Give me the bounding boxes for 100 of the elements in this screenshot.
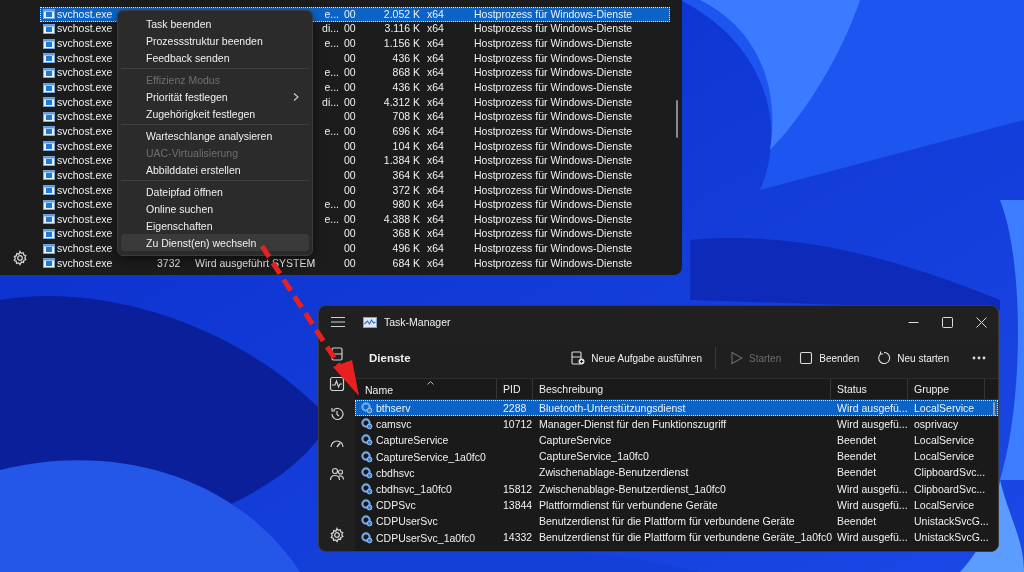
service-name: CaptureService (376, 434, 449, 447)
scrollbar-thumb[interactable] (993, 402, 995, 416)
process-description: Hostprozess für Windows-Dienste (474, 139, 634, 153)
process-name: svchost.exe (57, 110, 113, 124)
service-pid: 10712 (502, 417, 533, 431)
app-icon (43, 53, 55, 64)
process-user: e... (324, 81, 339, 94)
process-memory: 980 K (391, 198, 420, 212)
process-architecture: x64 (426, 154, 445, 168)
menu-item[interactable]: Prozessstruktur beenden (121, 32, 309, 49)
process-user: di... (322, 22, 339, 36)
menu-item[interactable]: Priorität festlegen (121, 88, 309, 105)
chart-icon (363, 316, 377, 328)
column-header[interactable]: PID (503, 383, 521, 395)
process-description: Hostprozess für Windows-Dienste (474, 212, 634, 226)
column-header[interactable]: Status (837, 383, 867, 395)
process-description: Hostprozess für Windows-Dienste (474, 37, 634, 51)
gears-icon (361, 531, 373, 544)
process-cpu: 00 (344, 183, 357, 197)
service-name: CDPSvc (376, 499, 416, 512)
process-cpu: 00 (344, 81, 357, 94)
restart-icon (877, 351, 892, 365)
service-group: ClipboardSvc... (908, 466, 985, 480)
app-icon (43, 97, 55, 108)
service-description: CaptureService (538, 433, 613, 447)
service-status: Wird ausgefü... (836, 401, 908, 415)
column-header[interactable]: Beschreibung (539, 383, 604, 395)
service-group: LocalService (908, 433, 985, 447)
settings-icon[interactable] (12, 250, 28, 266)
menu-item[interactable]: Feedback senden (121, 49, 309, 66)
toolbar-button[interactable]: Beenden (790, 345, 869, 371)
process-memory: 1.156 K (382, 37, 420, 51)
menu-item[interactable]: Zu Dienst(en) wechseln (121, 234, 309, 251)
menu-item[interactable]: Warteschlange analysieren (121, 127, 309, 144)
app-icon (43, 67, 55, 78)
service-status: Wird ausgefü... (836, 482, 908, 496)
page-title: Dienste (369, 352, 412, 364)
menu-icon[interactable] (331, 316, 345, 328)
settings-icon[interactable] (329, 527, 345, 543)
app-icon (43, 111, 55, 122)
app-icon (43, 126, 55, 137)
service-row[interactable]: CaptureService CaptureService Beendet LocalService (355, 432, 998, 449)
history-icon[interactable] (329, 406, 345, 422)
process-name: svchost.exe (57, 154, 113, 168)
new-task-icon (571, 351, 586, 365)
menu-item[interactable]: Dateipfad öffnen (121, 183, 309, 200)
service-name: bthserv (376, 402, 411, 415)
menu-item[interactable]: Abbilddatei erstellen (121, 161, 309, 178)
process-name: svchost.exe (57, 256, 113, 270)
service-status: Wird ausgefü... (836, 531, 908, 545)
service-pid: 15812 (502, 482, 533, 496)
service-row[interactable]: CaptureService_1a0fc0 CaptureService_1a0fc0 Beendet LocalService (355, 448, 998, 465)
service-row[interactable]: camsvc 10712 Manager-Dienst für den Funktionszugriff Wird ausgefü... osprivacy (355, 416, 998, 433)
chevron-icon (293, 92, 299, 101)
process-cpu: 00 (344, 212, 357, 226)
process-architecture: x64 (426, 227, 445, 241)
process-architecture: x64 (426, 81, 445, 94)
service-pid: 14332 (502, 531, 533, 545)
menu-item[interactable]: Zugehörigkeit festlegen (121, 105, 309, 122)
column-header[interactable]: Name (365, 379, 434, 399)
menu-item[interactable]: Online suchen (121, 200, 309, 217)
users-icon[interactable] (329, 466, 345, 482)
sort-caret-icon (427, 381, 434, 385)
service-row[interactable]: bthserv 2288 Bluetooth-Unterstützungsdienst Wird ausgefü... LocalService (355, 400, 998, 417)
service-description: Zwischenablage-Benutzerdienst_1a0fc0 (538, 482, 727, 496)
process-memory: 3.116 K (383, 22, 420, 36)
gears-icon (361, 434, 373, 447)
toolbar-button[interactable]: Neu starten (868, 345, 958, 371)
service-row[interactable]: CDPUserSvc_1a0fc0 14332 Benutzerdienst für die Plattform für verbundene Geräte_1a0fc0 Wird ausgefü... UnistackSvcG... (355, 529, 998, 546)
window-title: Task-Manager (384, 316, 452, 328)
process-name: svchost.exe (57, 7, 113, 21)
service-row[interactable]: cbdhsvc Zwischenablage-Benutzerdienst Beendet ClipboardSvc... (355, 464, 998, 481)
column-header[interactable]: Gruppe (914, 383, 950, 395)
process-user: e... (324, 66, 339, 80)
toolbar-button[interactable]: Neue Aufgabe ausführen (562, 345, 711, 371)
service-row[interactable]: CDPSvc 13844 Plattformdienst für verbundene Geräte Wird ausgefü... LocalService (355, 497, 998, 514)
service-group: osprivacy (908, 417, 985, 431)
process-name: svchost.exe (57, 81, 113, 94)
app-icon (43, 82, 55, 93)
process-architecture: x64 (426, 51, 445, 65)
gears-icon (361, 515, 373, 528)
close-icon[interactable] (975, 316, 987, 328)
scrollbar-thumb[interactable] (676, 100, 678, 138)
maximize-icon[interactable] (941, 316, 953, 328)
process-cpu: 00 (344, 37, 357, 51)
processes-icon[interactable] (329, 346, 345, 362)
service-row[interactable]: CDPUserSvc Benutzerdienst für die Plattform für verbundene Geräte Beendet UnistackSvcG... (355, 513, 998, 530)
process-architecture: x64 (426, 256, 445, 270)
performance-icon[interactable] (329, 376, 345, 392)
process-memory: 4.388 K (382, 212, 420, 226)
service-description: Benutzerdienst für die Plattform für verbundene Geräte_1a0fc0 (538, 531, 831, 545)
gears-icon (361, 418, 373, 431)
more-icon[interactable] (972, 356, 986, 360)
process-cpu: 00 (344, 51, 357, 65)
process-memory: 1.384 K (382, 154, 420, 168)
service-row[interactable]: cbdhsvc_1a0fc0 15812 Zwischenablage-Benutzerdienst_1a0fc0 Wird ausgefü... ClipboardSvc... (355, 480, 998, 498)
menu-item[interactable]: Eigenschaften (121, 217, 309, 234)
process-cpu: 00 (344, 95, 357, 109)
process-description: Hostprozess für Windows-Dienste (474, 183, 634, 197)
service-name: CDPUserSvc_1a0fc0 (376, 531, 476, 544)
